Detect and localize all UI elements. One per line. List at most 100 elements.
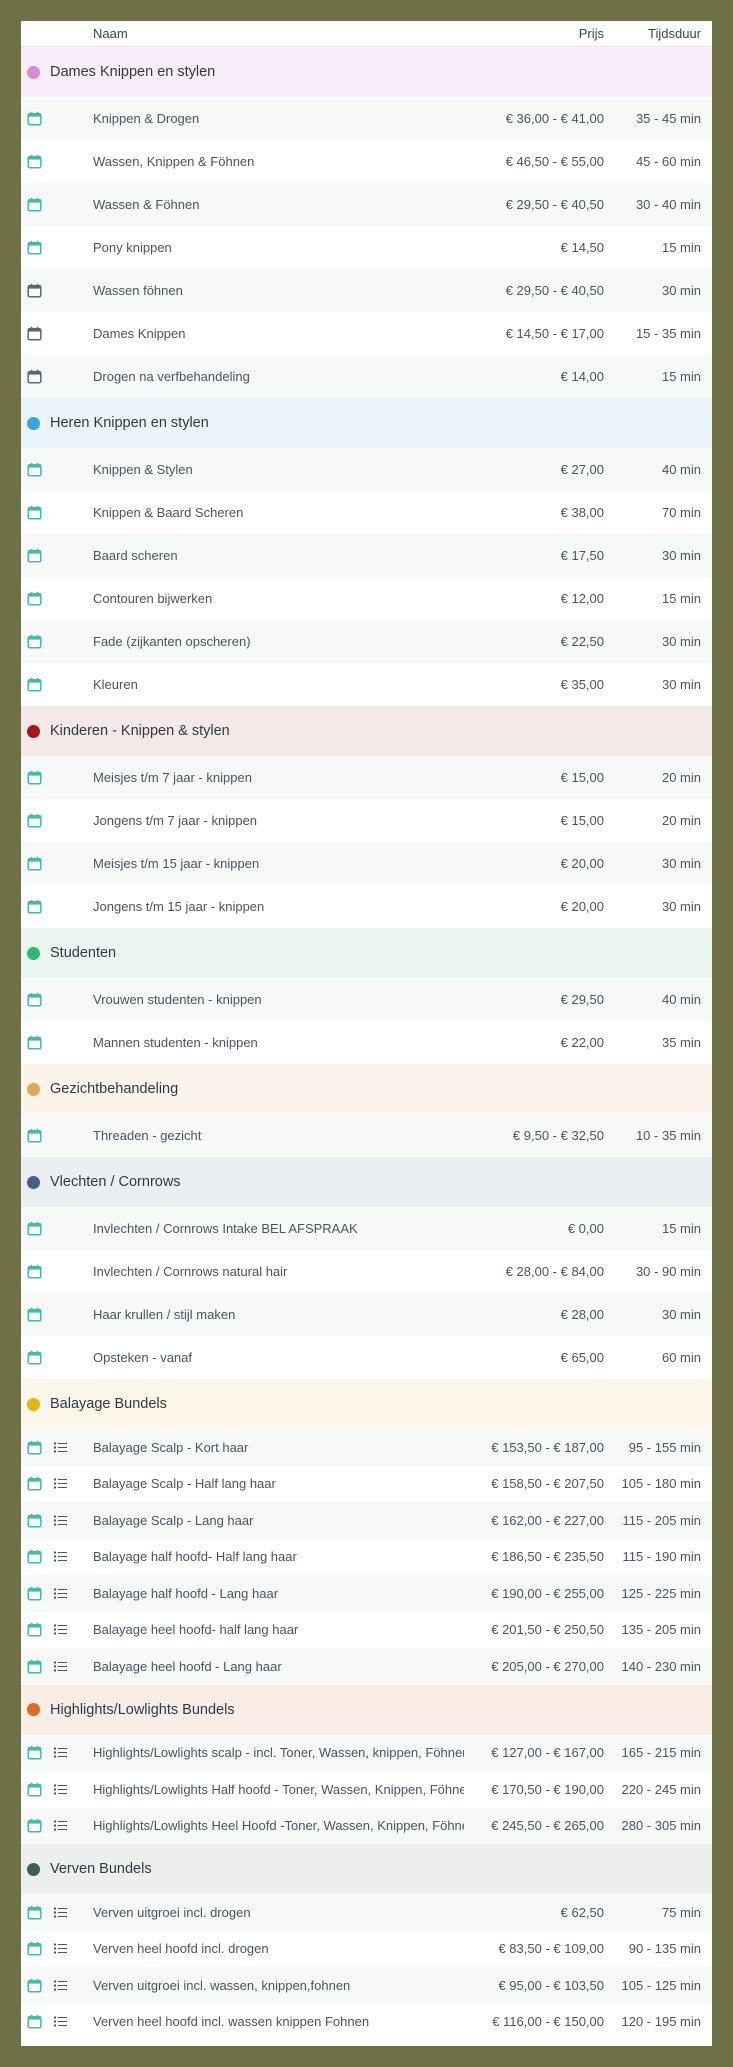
calendar-icon[interactable]	[27, 326, 42, 341]
service-row[interactable]: Invlechten / Cornrows Intake BEL AFSPRAA…	[21, 1207, 712, 1250]
calendar-icon[interactable]	[27, 992, 42, 1007]
calendar-icon[interactable]	[27, 1905, 42, 1920]
service-price: € 12,00	[560, 591, 604, 606]
service-row[interactable]: Verven uitgroei incl. wassen, knippen,fo…	[21, 1967, 712, 2004]
service-row[interactable]: Threaden - gezicht € 9,50 - € 32,50 10 - 3…	[21, 1114, 712, 1157]
calendar-icon[interactable]	[27, 1782, 42, 1797]
calendar-icon[interactable]	[27, 1978, 42, 1993]
calendar-icon[interactable]	[27, 1350, 42, 1365]
list-icon[interactable]	[54, 2016, 67, 2027]
calendar-icon[interactable]	[27, 813, 42, 828]
calendar-icon[interactable]	[27, 634, 42, 649]
service-row[interactable]: Mannen studenten - knippen € 22,00 35 min	[21, 1021, 712, 1064]
service-row[interactable]: Wassen & Föhnen € 29,50 - € 40,50 30 - 40 …	[21, 183, 712, 226]
calendar-icon[interactable]	[27, 677, 42, 692]
calendar-icon[interactable]	[27, 462, 42, 477]
calendar-icon[interactable]	[27, 2014, 42, 2029]
service-row[interactable]: Highlights/Lowlights Half hoofd - Toner,…	[21, 1771, 712, 1808]
list-icon[interactable]	[54, 1747, 67, 1758]
service-row[interactable]: Highlights/Lowlights Heel Hoofd -Toner, …	[21, 1807, 712, 1844]
service-price: € 14,00	[560, 369, 604, 384]
service-duration: 40 min	[661, 992, 701, 1007]
category-name: Dames Knippen en stylen	[50, 64, 216, 80]
calendar-icon[interactable]	[27, 1659, 42, 1674]
service-row[interactable]: Fade (zijkanten opscheren) € 22,50 30 min	[21, 620, 712, 663]
list-icon[interactable]	[54, 1820, 67, 1831]
service-row[interactable]: Vrouwen studenten - knippen € 29,50 40 min	[21, 978, 712, 1021]
list-icon[interactable]	[54, 1907, 67, 1918]
calendar-icon[interactable]	[27, 1476, 42, 1491]
service-row[interactable]: Kleuren € 35,00 30 min	[21, 663, 712, 706]
calendar-icon[interactable]	[27, 1549, 42, 1564]
calendar-icon[interactable]	[27, 1221, 42, 1236]
calendar-icon[interactable]	[27, 505, 42, 520]
service-row[interactable]: Knippen & Baard Scheren € 38,00 70 min	[21, 491, 712, 534]
service-row[interactable]: Balayage heel hoofd - Lang haar € 205,00 …	[21, 1648, 712, 1685]
service-row[interactable]: Wassen, Knippen & Föhnen € 46,50 - € 55,0…	[21, 140, 712, 183]
list-icon[interactable]	[54, 1943, 67, 1954]
service-row[interactable]: Verven heel hoofd incl. wassen knippen F…	[21, 2004, 712, 2041]
list-icon[interactable]	[54, 1980, 67, 1991]
service-row[interactable]: Balayage Scalp - Kort haar € 153,50 - € 1…	[21, 1429, 712, 1466]
calendar-icon[interactable]	[27, 548, 42, 563]
calendar-icon[interactable]	[27, 770, 42, 785]
calendar-icon[interactable]	[27, 197, 42, 212]
calendar-icon[interactable]	[27, 240, 42, 255]
service-row[interactable]: Pony knippen € 14,50 15 min	[21, 226, 712, 269]
calendar-icon[interactable]	[27, 111, 42, 126]
calendar-icon[interactable]	[27, 899, 42, 914]
list-icon[interactable]	[54, 1624, 67, 1635]
service-row[interactable]: Meisjes t/m 7 jaar - knippen € 15,00 20 mi…	[21, 756, 712, 799]
calendar-icon[interactable]	[27, 283, 42, 298]
service-row[interactable]: Balayage half hoofd- Half lang haar € 186…	[21, 1539, 712, 1576]
service-row[interactable]: Knippen & Drogen € 36,00 - € 41,00 35 - 45…	[21, 97, 712, 140]
service-row[interactable]: Verven uitgroei incl. drogen € 62,50 75 mi…	[21, 1894, 712, 1931]
calendar-icon[interactable]	[27, 369, 42, 384]
service-row[interactable]: Jongens t/m 7 jaar - knippen € 15,00 20 mi…	[21, 799, 712, 842]
calendar-icon[interactable]	[27, 591, 42, 606]
calendar-icon[interactable]	[27, 1307, 42, 1322]
service-row[interactable]: Baard scheren € 17,50 30 min	[21, 534, 712, 577]
service-duration: 10 - 35 min	[635, 1128, 701, 1143]
list-icon[interactable]	[54, 1784, 67, 1795]
service-row[interactable]: Balayage Scalp - Half lang haar € 158,50 …	[21, 1466, 712, 1503]
service-row[interactable]: Highlights/Lowlights scalp - incl. Toner…	[21, 1734, 712, 1771]
service-row[interactable]: Knippen & Stylen € 27,00 40 min	[21, 448, 712, 491]
calendar-icon[interactable]	[27, 1513, 42, 1528]
service-row[interactable]: Invlechten / Cornrows natural hair € 28,0…	[21, 1250, 712, 1293]
service-row[interactable]: Meisjes t/m 15 jaar - knippen € 20,00 30 m…	[21, 842, 712, 885]
calendar-icon[interactable]	[27, 1941, 42, 1956]
calendar-icon[interactable]	[27, 1622, 42, 1637]
calendar-icon[interactable]	[27, 1440, 42, 1455]
service-row[interactable]: Wassen föhnen € 29,50 - € 40,50 30 min	[21, 269, 712, 312]
list-icon[interactable]	[54, 1515, 67, 1526]
service-row[interactable]: Contouren bijwerken € 12,00 15 min	[21, 577, 712, 620]
service-price: € 22,50	[560, 634, 604, 649]
list-icon[interactable]	[54, 1588, 67, 1599]
calendar-icon[interactable]	[27, 1586, 42, 1601]
calendar-icon[interactable]	[27, 1035, 42, 1050]
service-row[interactable]: Haar krullen / stijl maken € 28,00 30 min	[21, 1293, 712, 1336]
service-name: Fade (zijkanten opscheren)	[93, 634, 251, 649]
service-row[interactable]: Balayage half hoofd - Lang haar € 190,00 …	[21, 1575, 712, 1612]
calendar-icon[interactable]	[27, 1264, 42, 1279]
service-row[interactable]: Verven heel hoofd incl. drogen € 83,50 - …	[21, 1931, 712, 1968]
calendar-icon[interactable]	[27, 1745, 42, 1760]
service-row[interactable]: Dames Knippen € 14,50 - € 17,00 15 - 35 mi…	[21, 312, 712, 355]
calendar-icon[interactable]	[27, 1128, 42, 1143]
list-icon[interactable]	[54, 1478, 67, 1489]
list-icon[interactable]	[54, 1661, 67, 1672]
calendar-icon[interactable]	[27, 154, 42, 169]
service-duration: 35 - 45 min	[635, 111, 701, 126]
calendar-icon[interactable]	[27, 1818, 42, 1833]
list-icon[interactable]	[54, 1442, 67, 1453]
service-name: Meisjes t/m 7 jaar - knippen	[93, 770, 252, 785]
service-name: Dames Knippen	[93, 326, 186, 341]
calendar-icon[interactable]	[27, 856, 42, 871]
service-row[interactable]: Balayage heel hoofd- half lang haar € 201…	[21, 1612, 712, 1649]
list-icon[interactable]	[54, 1551, 67, 1562]
service-row[interactable]: Drogen na verfbehandeling € 14,00 15 min	[21, 355, 712, 398]
service-row[interactable]: Opsteken - vanaf € 65,00 60 min	[21, 1336, 712, 1379]
service-row[interactable]: Balayage Scalp - Lang haar € 162,00 - € 2…	[21, 1502, 712, 1539]
service-row[interactable]: Jongens t/m 15 jaar - knippen € 20,00 30 m…	[21, 885, 712, 928]
